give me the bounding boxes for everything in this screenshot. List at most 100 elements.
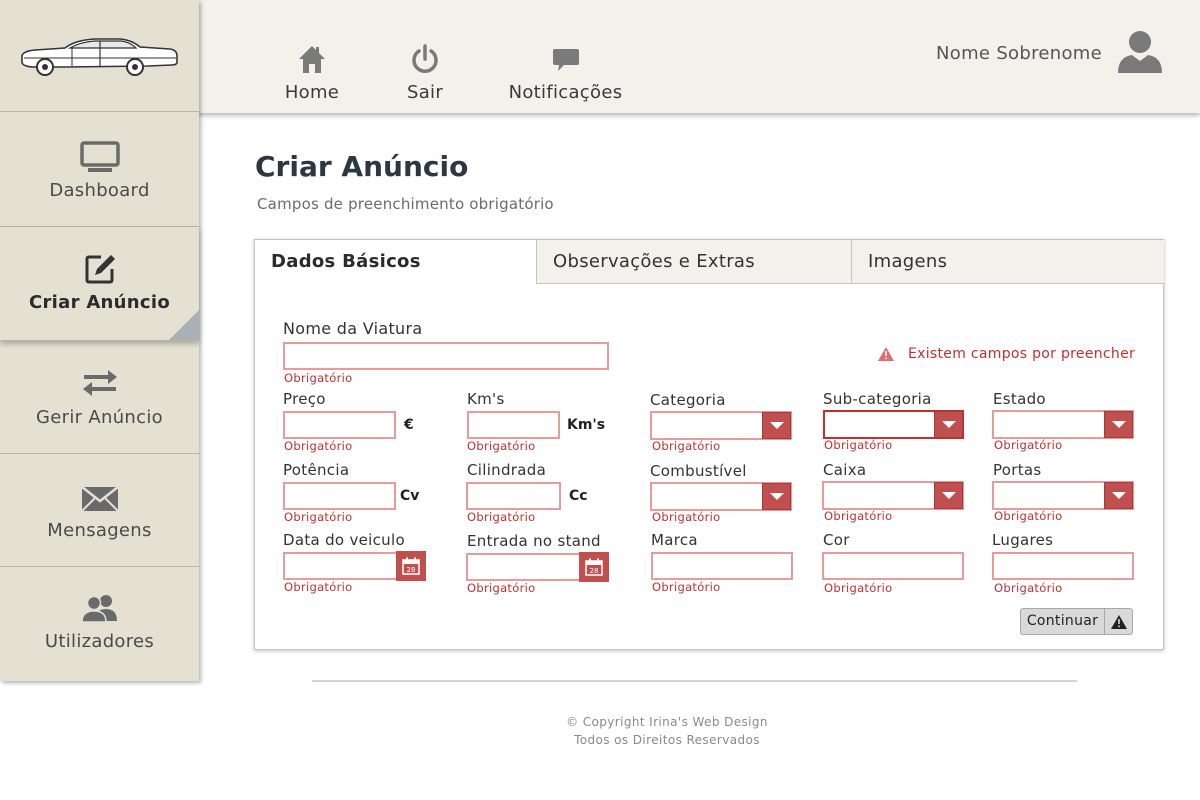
chat-bubble-icon — [552, 40, 580, 74]
sidebar-item-label: Gerir Anúncio — [36, 407, 163, 428]
tab-imagens[interactable]: Imagens — [851, 240, 1164, 284]
power-icon — [410, 40, 440, 74]
required-hint: Obrigatório — [284, 580, 353, 594]
chevron-down-icon[interactable] — [934, 482, 963, 509]
required-hint: Obrigatório — [824, 509, 893, 523]
svg-text:28: 28 — [407, 566, 416, 574]
required-hint: Obrigatório — [467, 439, 536, 453]
cilindrada-label: Cilindrada — [467, 461, 547, 479]
preco-label: Preço — [283, 390, 326, 408]
combustivel-select[interactable] — [650, 482, 792, 511]
required-hint: Obrigatório — [994, 509, 1063, 523]
marca-input[interactable] — [651, 552, 793, 580]
sidebar-item-label: Utilizadores — [44, 631, 155, 652]
estado-select[interactable] — [992, 410, 1134, 439]
required-hint: Obrigatório — [652, 510, 721, 524]
potencia-input[interactable] — [283, 482, 396, 510]
footer-divider — [312, 680, 1077, 682]
categoria-select[interactable] — [650, 411, 792, 440]
monitor-icon — [0, 141, 199, 173]
nome-viatura-label: Nome da Viatura — [283, 319, 423, 338]
potencia-label: Potência — [283, 461, 350, 479]
nav-home-label: Home — [284, 82, 340, 103]
required-hint: Obrigatório — [652, 580, 721, 594]
chevron-down-icon[interactable] — [934, 411, 963, 438]
home-icon — [297, 40, 327, 74]
tab-dados-basicos[interactable]: Dados Básicos — [255, 240, 536, 284]
cor-label: Cor — [823, 531, 850, 549]
calendar-icon[interactable]: 28 — [579, 552, 609, 582]
form-warning: Existem campos por preencher — [878, 346, 1135, 362]
envelope-icon — [0, 486, 199, 512]
classic-car-logo — [21, 38, 178, 76]
potencia-unit: Cv — [400, 488, 420, 504]
sidebar-item-mensagens[interactable]: Mensagens — [0, 454, 199, 567]
required-hint: Obrigatório — [284, 510, 353, 524]
required-hint: Obrigatório — [467, 510, 536, 524]
sidebar: Dashboard Criar Anúncio Gerir Anúncio Me… — [0, 0, 199, 681]
categoria-label: Categoria — [650, 391, 726, 409]
required-hint: Obrigatório — [994, 581, 1063, 595]
footer-rights: Todos os Direitos Reservados — [574, 733, 760, 747]
footer-copyright: © Copyright Irina's Web Design — [566, 715, 768, 729]
swap-arrows-icon — [0, 368, 199, 398]
edit-icon — [0, 253, 199, 285]
required-hint: Obrigatório — [284, 371, 353, 385]
kms-input[interactable] — [467, 411, 560, 439]
cilindrada-unit: Cc — [569, 488, 588, 504]
portas-select[interactable] — [992, 481, 1134, 510]
logo[interactable] — [0, 0, 199, 112]
combustivel-label: Combustível — [650, 462, 747, 480]
sidebar-item-dashboard[interactable]: Dashboard — [0, 113, 199, 227]
calendar-icon[interactable]: 28 — [396, 551, 426, 581]
subcategoria-label: Sub-categoria — [823, 390, 932, 408]
continue-button[interactable]: Continuar — [1020, 608, 1133, 635]
cor-input[interactable] — [822, 552, 964, 580]
required-hint: Obrigatório — [467, 581, 536, 595]
entrada-stand-input[interactable] — [466, 553, 582, 581]
page-title: Criar Anúncio — [255, 150, 469, 183]
user-name[interactable]: Nome Sobrenome — [936, 43, 1102, 64]
required-hint: Obrigatório — [284, 439, 353, 453]
marca-label: Marca — [651, 531, 698, 549]
portas-label: Portas — [993, 461, 1042, 479]
caixa-label: Caixa — [823, 461, 867, 479]
cilindrada-input[interactable] — [466, 482, 561, 510]
tab-observacoes-extras[interactable]: Observações e Extras — [536, 240, 851, 284]
required-hint: Obrigatório — [652, 439, 721, 453]
nav-notificacoes[interactable]: Notificações — [508, 0, 623, 113]
nav-home[interactable]: Home — [282, 0, 342, 113]
users-icon — [0, 593, 199, 623]
continue-button-label: Continuar — [1021, 609, 1105, 634]
required-hint: Obrigatório — [824, 581, 893, 595]
user-avatar-icon[interactable] — [1116, 29, 1164, 79]
kms-unit: Km's — [567, 417, 606, 433]
sidebar-item-gerir-anuncio[interactable]: Gerir Anúncio — [0, 341, 199, 454]
sidebar-item-utilizadores[interactable]: Utilizadores — [0, 567, 199, 681]
svg-text:28: 28 — [590, 567, 599, 575]
page-subtitle: Campos de preenchimento obrigatório — [257, 195, 554, 213]
chevron-down-icon[interactable] — [762, 483, 791, 510]
estado-label: Estado — [993, 390, 1046, 408]
kms-label: Km's — [467, 390, 505, 408]
sidebar-item-label: Mensagens — [47, 520, 152, 541]
data-veiculo-input[interactable] — [283, 552, 398, 580]
sidebar-item-criar-anuncio[interactable]: Criar Anúncio — [0, 227, 199, 341]
lugares-label: Lugares — [992, 531, 1054, 549]
nav-sair[interactable]: Sair — [400, 0, 450, 113]
entrada-stand-label: Entrada no stand — [467, 532, 601, 550]
preco-unit: € — [404, 417, 414, 433]
chevron-down-icon[interactable] — [1104, 411, 1133, 438]
subcategoria-select[interactable] — [823, 410, 964, 439]
warning-text: Existem campos por preencher — [908, 346, 1136, 362]
chevron-down-icon[interactable] — [1104, 482, 1133, 509]
warning-icon — [1105, 609, 1132, 634]
active-indicator — [169, 310, 199, 340]
chevron-down-icon[interactable] — [762, 412, 791, 439]
nome-viatura-input[interactable] — [283, 342, 609, 370]
lugares-input[interactable] — [992, 552, 1134, 580]
caixa-select[interactable] — [822, 481, 964, 510]
nav-notificacoes-label: Notificações — [508, 82, 623, 103]
required-hint: Obrigatório — [824, 438, 893, 452]
preco-input[interactable] — [283, 411, 396, 439]
